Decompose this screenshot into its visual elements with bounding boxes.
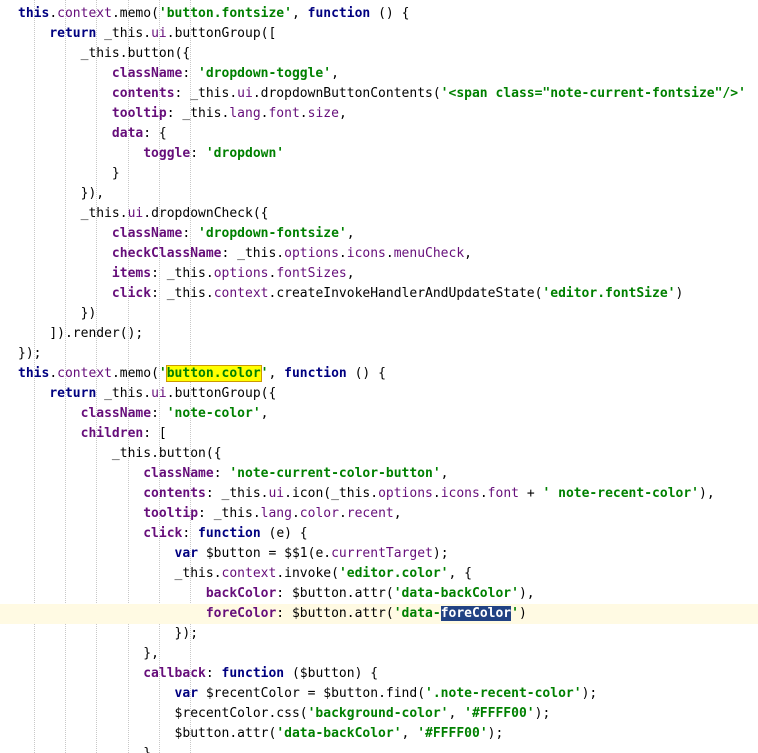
code-line[interactable]: foreColor: $button.attr('data-foreColor'… [0,604,758,624]
code-line[interactable]: }), [0,184,758,204]
code-line[interactable]: items: _this.options.fontSizes, [0,264,758,284]
code-line[interactable]: tooltip: _this.lang.color.recent, [0,504,758,524]
code-line[interactable]: } [0,164,758,184]
code-line[interactable]: }); [0,344,758,364]
code-line[interactable]: ]).render(); [0,324,758,344]
code-line[interactable]: className: 'dropdown-fontsize', [0,224,758,244]
code-line[interactable]: this.context.memo('button.fontsize', fun… [0,4,758,24]
code-line[interactable]: _this.ui.dropdownCheck({ [0,204,758,224]
code-line[interactable]: click: function (e) { [0,524,758,544]
code-line[interactable]: var $button = $$1(e.currentTarget); [0,544,758,564]
code-line[interactable]: }) [0,304,758,324]
code-line[interactable]: children: [ [0,424,758,444]
code-line[interactable]: backColor: $button.attr('data-backColor'… [0,584,758,604]
code-line[interactable]: toggle: 'dropdown' [0,144,758,164]
code-editor[interactable]: this.context.memo('button.fontsize', fun… [0,0,758,753]
code-line[interactable]: className: 'dropdown-toggle', [0,64,758,84]
code-line[interactable]: $button.attr('data-backColor', '#FFFF00'… [0,724,758,744]
code-line[interactable]: className: 'note-color', [0,404,758,424]
code-line[interactable]: var $recentColor = $button.find('.note-r… [0,684,758,704]
code-line[interactable]: }); [0,624,758,644]
code-line[interactable]: contents: _this.ui.icon(_this.options.ic… [0,484,758,504]
code-line[interactable]: return _this.ui.buttonGroup({ [0,384,758,404]
code-line[interactable]: checkClassName: _this.options.icons.menu… [0,244,758,264]
code-line[interactable]: data: { [0,124,758,144]
code-line[interactable]: _this.context.invoke('editor.color', { [0,564,758,584]
code-line[interactable]: }, [0,644,758,664]
code-line[interactable]: tooltip: _this.lang.font.size, [0,104,758,124]
code-line[interactable]: contents: _this.ui.dropdownButtonContent… [0,84,758,104]
code-line[interactable]: this.context.memo('button.color', functi… [0,364,758,384]
code-line[interactable]: callback: function ($button) { [0,664,758,684]
code-line[interactable]: _this.button({ [0,444,758,464]
code-line[interactable]: _this.button({ [0,44,758,64]
code-line[interactable]: click: _this.context.createInvokeHandler… [0,284,758,304]
code-line[interactable]: $recentColor.css('background-color', '#F… [0,704,758,724]
code-line[interactable]: } [0,744,758,753]
code-line[interactable]: className: 'note-current-color-button', [0,464,758,484]
code-line[interactable]: return _this.ui.buttonGroup([ [0,24,758,44]
